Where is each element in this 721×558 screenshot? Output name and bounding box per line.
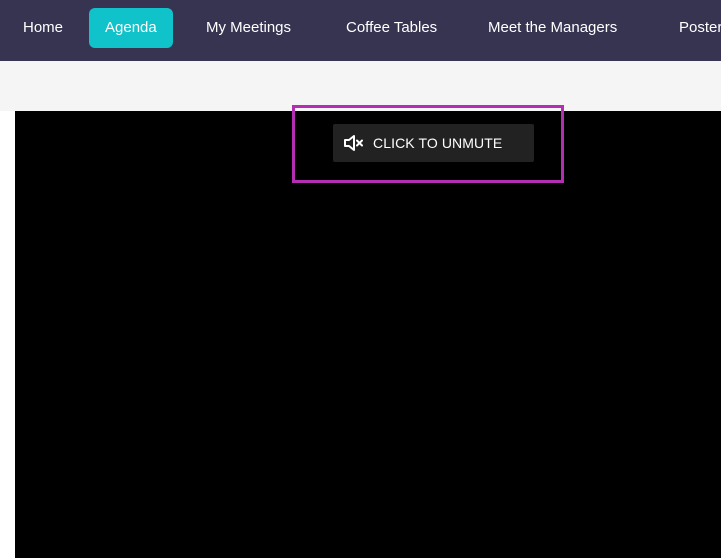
top-navbar: Home Agenda My Meetings Coffee Tables Me…: [0, 0, 721, 61]
video-player[interactable]: [15, 111, 721, 558]
sub-header-bar: [0, 61, 721, 111]
unmute-button[interactable]: CLICK TO UNMUTE: [333, 124, 534, 162]
unmute-label: CLICK TO UNMUTE: [373, 135, 503, 151]
nav-item-my-meetings[interactable]: My Meetings: [206, 8, 291, 48]
nav-item-posters[interactable]: Posters: [679, 8, 721, 48]
nav-item-agenda[interactable]: Agenda: [89, 8, 173, 48]
nav-item-meet-the-managers[interactable]: Meet the Managers: [488, 8, 617, 48]
speaker-muted-icon: [343, 134, 365, 152]
nav-item-coffee-tables[interactable]: Coffee Tables: [346, 8, 437, 48]
nav-item-home[interactable]: Home: [23, 8, 63, 48]
